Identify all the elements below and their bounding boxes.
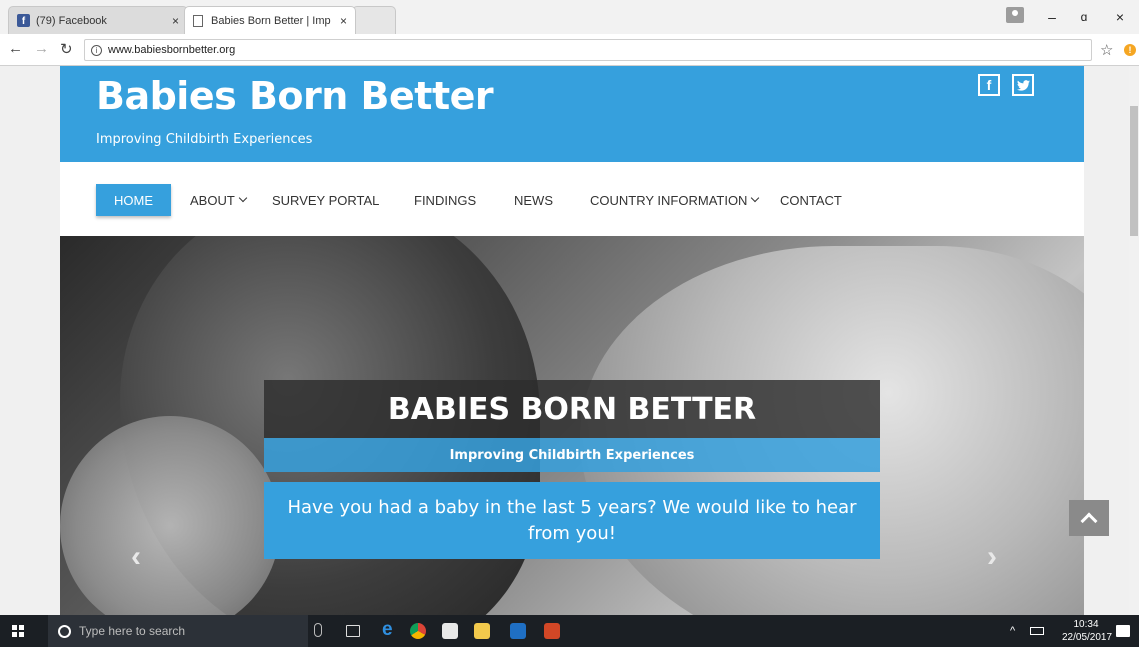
chevron-down-icon — [238, 193, 248, 203]
chevron-down-icon — [751, 193, 760, 203]
nav-contact[interactable]: CONTACT — [762, 184, 860, 216]
hero-cta-button[interactable]: Have you had a baby in the last 5 years?… — [264, 482, 880, 559]
battery-icon[interactable] — [1030, 615, 1044, 647]
reload-icon[interactable]: ↻ — [60, 40, 73, 58]
powerpoint-icon[interactable] — [544, 623, 560, 639]
file-explorer-icon[interactable] — [474, 623, 490, 639]
page-viewport: Babies Born Better Improving Childbirth … — [0, 66, 1139, 615]
search-placeholder: Type here to search — [79, 624, 186, 638]
minimize-button[interactable]: – — [1036, 0, 1068, 34]
page-favicon-icon — [193, 14, 203, 27]
windows-taskbar: Type here to search e ^ 10:34 22/05/2017 — [0, 615, 1139, 647]
twitter-bird-icon — [1016, 79, 1030, 91]
nav-about-label: ABOUT — [190, 192, 235, 208]
new-tab-button[interactable] — [352, 6, 396, 34]
nav-news[interactable]: NEWS — [496, 184, 571, 216]
maximize-button[interactable]: ɑ — [1068, 0, 1100, 34]
task-view-icon[interactable] — [346, 625, 360, 637]
forward-arrow-icon[interactable]: → — [34, 40, 49, 57]
tab-facebook[interactable]: f (79) Facebook × — [8, 6, 188, 34]
notifications-icon[interactable] — [1116, 615, 1130, 647]
tab-bar: f (79) Facebook × Babies Born Better | I… — [0, 0, 1139, 34]
facebook-icon[interactable]: f — [978, 74, 1000, 96]
close-tab-icon[interactable]: × — [172, 14, 179, 28]
twitter-icon[interactable] — [1012, 74, 1034, 96]
tab-babies-born-better[interactable]: Babies Born Better | Imp × — [184, 6, 356, 34]
main-navigation: HOME ABOUT SURVEY PORTAL FINDINGS NEWS C… — [60, 162, 1084, 236]
chrome-browser-icon[interactable] — [410, 623, 426, 639]
back-arrow-icon[interactable]: ← — [8, 40, 23, 57]
windows-start-icon[interactable] — [12, 625, 24, 637]
close-tab-icon[interactable]: × — [340, 14, 347, 28]
hero-title: BABIES BORN BETTER — [264, 380, 880, 438]
user-profile-icon[interactable] — [1006, 7, 1024, 23]
slider-next-arrow-icon[interactable]: › — [982, 540, 1002, 573]
site-header: Babies Born Better Improving Childbirth … — [60, 66, 1084, 162]
hero-slider: BABIES BORN BETTER Improving Childbirth … — [60, 236, 1084, 615]
microphone-icon[interactable] — [314, 623, 322, 637]
outlook-icon[interactable] — [510, 623, 526, 639]
facebook-favicon-icon: f — [17, 14, 30, 27]
close-window-button[interactable]: × — [1104, 0, 1136, 34]
clock-time: 10:34 — [1073, 619, 1099, 630]
address-bar: ← → ↻ i www.babiesbornbetter.org ☆ ! — [0, 34, 1139, 66]
nav-about[interactable]: ABOUT — [172, 184, 264, 216]
scrollbar-thumb[interactable] — [1130, 106, 1138, 236]
warning-icon[interactable]: ! — [1124, 44, 1136, 56]
nav-country-information-label: COUNTRY INFORMATION — [590, 192, 748, 208]
tab-title: Babies Born Better | Imp — [211, 14, 331, 27]
bookmark-star-icon[interactable]: ☆ — [1100, 41, 1113, 59]
tab-title: (79) Facebook — [36, 14, 107, 27]
site-tagline: Improving Childbirth Experiences — [96, 132, 313, 147]
hero-subtitle: Improving Childbirth Experiences — [264, 438, 880, 472]
page-scrollbar[interactable] — [1129, 66, 1139, 615]
clock-date: 22/05/2017 — [1062, 632, 1113, 643]
nav-findings[interactable]: FINDINGS — [396, 184, 494, 216]
info-icon[interactable]: i — [91, 44, 102, 56]
scroll-to-top-button[interactable] — [1069, 500, 1109, 536]
edge-browser-icon[interactable]: e — [382, 619, 398, 640]
url-field[interactable]: i www.babiesbornbetter.org — [84, 39, 1092, 61]
taskbar-search-input[interactable]: Type here to search — [48, 615, 308, 647]
taskbar-clock[interactable]: 10:34 22/05/2017 — [1062, 618, 1113, 644]
url-text: www.babiesbornbetter.org — [108, 44, 236, 56]
chevron-up-icon — [1080, 512, 1098, 530]
nav-survey-portal[interactable]: SURVEY PORTAL — [254, 184, 397, 216]
slider-prev-arrow-icon[interactable]: ‹ — [126, 540, 146, 573]
nav-country-information[interactable]: COUNTRY INFORMATION — [572, 184, 776, 216]
store-icon[interactable] — [442, 623, 458, 639]
tray-expand-icon[interactable]: ^ — [1010, 615, 1015, 647]
cortana-icon — [58, 624, 71, 638]
site-title[interactable]: Babies Born Better — [96, 74, 494, 118]
nav-home[interactable]: HOME — [96, 184, 171, 216]
